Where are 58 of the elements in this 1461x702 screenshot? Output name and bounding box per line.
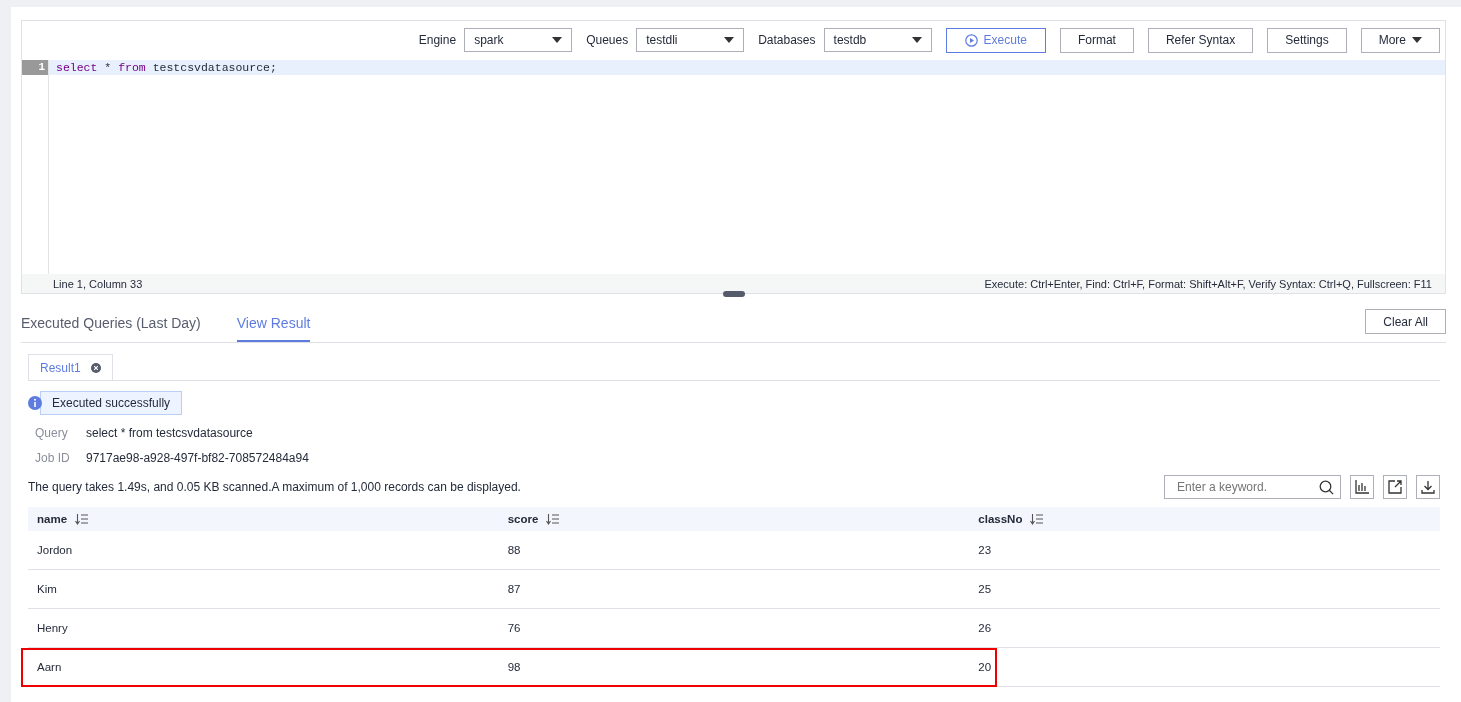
bar-chart-icon [1355, 480, 1369, 494]
clear-all-button[interactable]: Clear All [1365, 309, 1446, 334]
detail-label: Query [35, 426, 69, 440]
resize-handle[interactable] [722, 291, 745, 297]
caret-icon [724, 37, 735, 43]
caret-icon [552, 37, 563, 43]
column-header: classNo [978, 513, 1023, 525]
table-cell: 25 [978, 583, 992, 595]
toolbar-button[interactable]: Format [1059, 27, 1134, 53]
table-cell: Henry [37, 622, 68, 634]
shortcut-hint: Execute: Ctrl+Enter, Find: Ctrl+F, Format: Shift+Alt+F, Verify Syntax: Ctrl+Q, Fullscreen: F11 [984, 277, 1432, 290]
success-message: Executed successfully [40, 391, 183, 415]
table-cell: 26 [978, 622, 992, 634]
search-box[interactable]: Enter a keyword. [1164, 475, 1341, 499]
close-icon[interactable] [90, 362, 101, 373]
cursor-position: Line 1, Column 33 [53, 277, 143, 290]
chart-button[interactable] [1350, 475, 1374, 499]
download-button[interactable] [1416, 475, 1440, 499]
sort-icon[interactable] [546, 513, 560, 525]
table-cell: Jordon [37, 544, 73, 556]
table-cell: Kim [37, 583, 57, 595]
table-cell: 76 [507, 622, 521, 634]
table-cell: 88 [507, 544, 521, 556]
table-cell: 98 [507, 661, 521, 673]
dropdown[interactable]: testdb [823, 28, 932, 52]
table-cell: Aarn [37, 661, 62, 673]
detail-value: 9717ae98-a928-497f-bf82-708572484a94 [86, 451, 309, 465]
tab[interactable]: View Result [236, 315, 311, 342]
export-icon [1388, 480, 1402, 494]
info-icon [28, 396, 42, 410]
table-cell: 20 [978, 661, 992, 673]
field-label: Databases [758, 33, 816, 47]
sort-icon[interactable] [1030, 513, 1044, 525]
detail-label: Job ID [35, 451, 69, 465]
caret-icon [911, 37, 922, 43]
field-label: Queues [586, 33, 629, 47]
result-tab[interactable]: Result1 [28, 354, 113, 380]
column-header: name [37, 513, 68, 525]
sort-icon[interactable] [75, 513, 89, 525]
toolbar-button[interactable]: Refer Syntax [1147, 27, 1254, 53]
play-icon [964, 33, 978, 47]
table-cell: 87 [507, 583, 521, 595]
toolbar-button[interactable]: Settings [1267, 27, 1347, 53]
query-summary: The query takes 1.49s, and 0.05 KB scanned.A maximum of 1,000 records can be displayed. [28, 480, 521, 494]
caret-icon [1412, 37, 1422, 43]
column-header: score [507, 513, 539, 525]
export-button[interactable] [1383, 475, 1407, 499]
tab[interactable]: Executed Queries (Last Day) [21, 315, 201, 342]
line-number: 1 [22, 60, 48, 75]
dropdown[interactable]: spark [464, 28, 573, 52]
field-label: Engine [418, 33, 457, 47]
download-icon [1421, 480, 1435, 494]
search-icon[interactable] [1319, 479, 1334, 495]
detail-value: select * from testcsvdatasource [86, 426, 253, 440]
table-cell: 23 [978, 544, 992, 556]
dropdown[interactable]: testdli [636, 28, 745, 52]
more-button[interactable]: More [1360, 27, 1440, 53]
execute-button[interactable]: Execute [945, 27, 1046, 53]
